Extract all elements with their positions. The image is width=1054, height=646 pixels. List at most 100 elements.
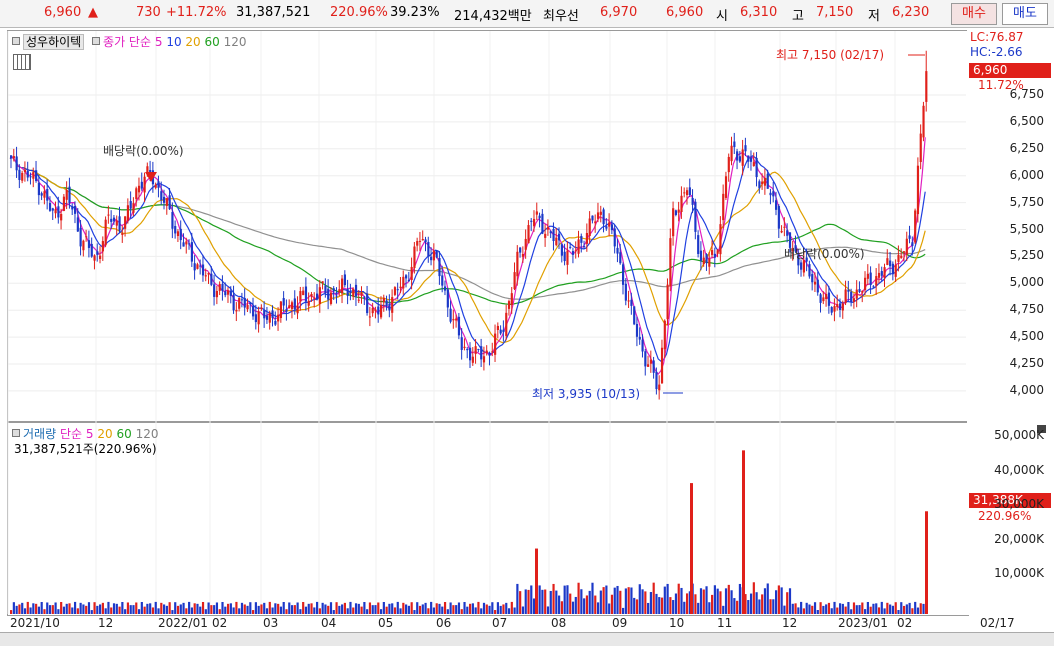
candle-body bbox=[847, 289, 850, 292]
candle-body bbox=[76, 217, 79, 232]
candle-body bbox=[232, 295, 235, 311]
volume-bar bbox=[410, 602, 413, 614]
candle-body bbox=[505, 312, 508, 336]
volume-bar bbox=[290, 605, 294, 614]
candle-body bbox=[891, 263, 895, 275]
volume-bar bbox=[85, 605, 88, 614]
volume-bar bbox=[316, 601, 319, 614]
candle-body bbox=[652, 360, 655, 373]
candle-body bbox=[277, 314, 280, 322]
candle-body bbox=[724, 176, 728, 198]
x-tick: 12 bbox=[782, 616, 798, 630]
volume-bar bbox=[521, 606, 525, 614]
candle-body bbox=[405, 275, 408, 279]
candle-body bbox=[254, 314, 257, 323]
settings-square-icon[interactable] bbox=[12, 429, 20, 437]
stock-name[interactable]: 성우하이텍 bbox=[23, 34, 85, 50]
high-annotation: 최고 7,150 (02/17) bbox=[776, 48, 885, 62]
volume-bar bbox=[168, 602, 171, 614]
volume-bar bbox=[766, 583, 769, 614]
candle-body bbox=[480, 346, 483, 360]
settings-square-icon[interactable] bbox=[92, 37, 101, 45]
candle-body bbox=[738, 156, 742, 162]
volume-tick: 50,000K bbox=[994, 428, 1044, 442]
candle-body bbox=[758, 181, 761, 189]
candle-body bbox=[900, 255, 903, 258]
candle-body bbox=[299, 291, 302, 302]
volume-bar bbox=[163, 604, 166, 614]
volume-tick: 30,000K bbox=[994, 497, 1044, 511]
candle-body bbox=[560, 244, 563, 256]
volume-bar bbox=[694, 594, 697, 614]
settings-square-icon[interactable] bbox=[12, 37, 20, 45]
candle-body bbox=[727, 156, 730, 173]
volume-bar bbox=[257, 605, 260, 614]
candle-body bbox=[171, 212, 174, 229]
volume-bar bbox=[702, 589, 705, 614]
volume-bar bbox=[680, 587, 683, 614]
price-tick: 4,500 bbox=[1009, 329, 1044, 344]
volume-bar bbox=[655, 593, 658, 614]
candle-body bbox=[410, 266, 413, 281]
volume-bar bbox=[352, 607, 355, 614]
volume-bar bbox=[619, 590, 622, 614]
candle-body bbox=[677, 209, 680, 213]
candle-body bbox=[229, 290, 232, 296]
volume-bar bbox=[204, 609, 207, 614]
volume-bar bbox=[588, 590, 591, 614]
volume-bar bbox=[252, 610, 255, 614]
candle-body bbox=[68, 186, 71, 203]
candle-body bbox=[566, 250, 569, 265]
volume-bar bbox=[43, 609, 46, 614]
candle-body bbox=[424, 239, 427, 243]
volume-peak-bar bbox=[535, 548, 538, 614]
volume-bar bbox=[137, 609, 141, 614]
candle-body bbox=[869, 272, 872, 286]
candle-body bbox=[338, 289, 341, 293]
volume-bar bbox=[132, 605, 135, 614]
volume-bar bbox=[711, 594, 714, 614]
candle-body bbox=[649, 359, 652, 364]
candle-body bbox=[802, 260, 805, 273]
candle-body bbox=[521, 254, 525, 257]
volume-bar bbox=[922, 603, 925, 614]
grid-icon[interactable] bbox=[13, 54, 31, 70]
volume-bar bbox=[813, 602, 817, 614]
candle-body bbox=[304, 286, 308, 302]
candle-body bbox=[110, 218, 113, 222]
volume-bar bbox=[605, 585, 608, 614]
candle-body bbox=[580, 236, 583, 243]
volume-bar bbox=[624, 588, 627, 614]
candle-body bbox=[413, 246, 416, 269]
candle-body bbox=[146, 166, 149, 173]
volume-bar bbox=[580, 589, 583, 614]
candle-body bbox=[889, 260, 892, 267]
volume-bar bbox=[577, 582, 580, 614]
volume-bar bbox=[616, 585, 619, 614]
volume-bar bbox=[196, 603, 199, 614]
candle-body bbox=[527, 225, 530, 244]
volume-bar bbox=[360, 606, 363, 614]
volume-bar bbox=[652, 582, 655, 614]
candle-body bbox=[730, 145, 733, 162]
volume-bar bbox=[699, 588, 703, 614]
volume-bar bbox=[891, 605, 895, 614]
candle-body bbox=[563, 251, 566, 262]
candle-body bbox=[343, 274, 346, 286]
volume-bar bbox=[783, 605, 786, 614]
candle-body bbox=[10, 155, 13, 159]
volume-bar bbox=[427, 608, 430, 614]
scrollbar[interactable] bbox=[0, 632, 1054, 646]
volume-bar bbox=[304, 606, 308, 614]
volume-bar bbox=[591, 582, 594, 614]
candle-body bbox=[641, 339, 644, 352]
candle-body bbox=[238, 298, 241, 309]
candle-body bbox=[808, 264, 811, 277]
candle-body bbox=[121, 233, 124, 235]
candle-body bbox=[744, 145, 747, 152]
candle-body bbox=[708, 258, 711, 267]
volume-bar bbox=[18, 604, 21, 614]
candle-body bbox=[541, 213, 544, 234]
candle-body bbox=[494, 333, 497, 355]
candle-body bbox=[877, 272, 881, 278]
